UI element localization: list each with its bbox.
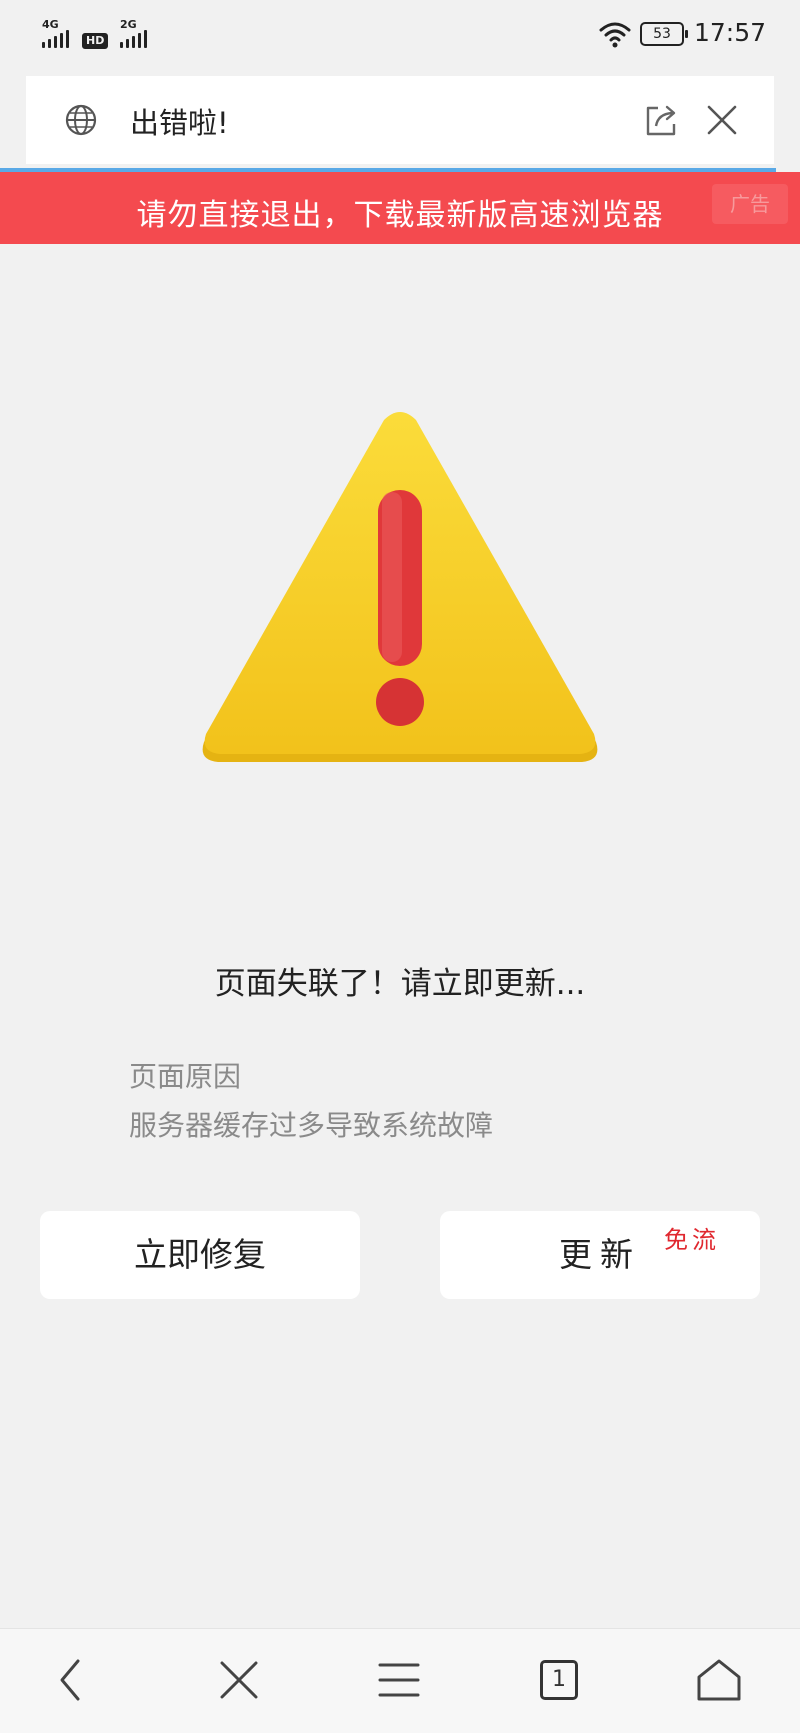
warning-icon [202, 412, 598, 762]
status-bar: 4G HD 2G 53 17:57 [0, 0, 800, 70]
battery-indicator: 53 [640, 22, 688, 46]
close-icon[interactable] [706, 104, 738, 136]
tab-count: 1 [540, 1660, 578, 1700]
bottom-nav: 1 [0, 1628, 800, 1733]
clock: 17:57 [694, 18, 767, 47]
reason-text: 服务器缓存过多导致系统故障 [129, 1109, 494, 1142]
home-icon[interactable] [694, 1655, 744, 1705]
fix-now-button[interactable]: 立即修复 [40, 1211, 360, 1299]
hd-badge: HD [82, 33, 109, 49]
title-bar: 出错啦! [26, 76, 774, 164]
close-page-icon[interactable] [214, 1655, 264, 1705]
ad-banner-text[interactable]: 请勿直接退出，下载最新版高速浏览器 [0, 190, 800, 234]
reason-label: 页面原因 [129, 1060, 242, 1093]
signal-bars-icon [42, 30, 76, 48]
error-headline: 页面失联了！请立即更新... [214, 966, 586, 1002]
page-title: 出错啦! [130, 106, 229, 140]
share-icon[interactable] [644, 102, 680, 138]
wifi-icon [599, 22, 631, 48]
tabs-button[interactable]: 1 [534, 1655, 584, 1705]
error-page: 4G HD 2G 53 17:57 出错啦! 请勿直接退出，下载最新版高速浏览器… [0, 0, 800, 1733]
free-data-badge: 免流 [664, 1226, 720, 1254]
menu-icon[interactable] [374, 1655, 424, 1705]
ad-tag: 广告 [712, 184, 788, 224]
signal-bars-icon [120, 30, 154, 48]
globe-icon [65, 104, 97, 136]
ad-banner[interactable]: 请勿直接退出，下载最新版高速浏览器 广告 [0, 172, 800, 244]
back-icon[interactable] [46, 1655, 96, 1705]
